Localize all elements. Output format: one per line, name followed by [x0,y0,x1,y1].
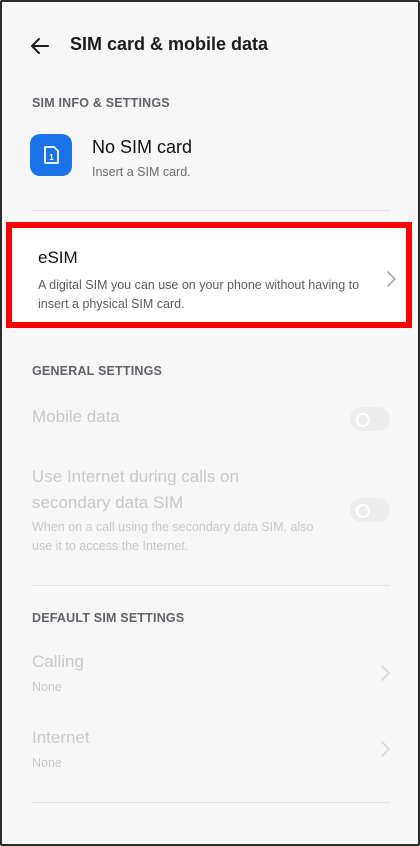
esim-item[interactable]: eSIM A digital SIM you can use on your p… [6,222,412,328]
chevron-right-icon [380,664,392,682]
sim-card-icon: 1 [30,134,72,176]
esim-description: A digital SIM you can use on your phone … [38,278,360,311]
chevron-right-icon [380,740,392,758]
page-title: SIM card & mobile data [70,34,269,54]
calling-value: None [32,680,62,694]
section-title-sim-info: SIM INFO & SETTINGS [32,96,170,110]
section-title-default-sim: DEFAULT SIM SETTINGS [32,611,185,625]
top-app-bar: SIM card & mobile data [2,24,418,68]
internet-calls-label: Use Internet during calls on secondary d… [32,467,239,512]
phone-frame: SIM card & mobile data SIM INFO & SETTIN… [0,0,420,846]
internet-calls-toggle[interactable] [350,498,390,522]
section-title-general: GENERAL SETTINGS [32,364,163,378]
divider [32,802,390,803]
toggle-knob [356,504,370,518]
calling-label: Calling [32,652,84,671]
sim-title: No SIM card [92,137,193,157]
mobile-data-label: Mobile data [32,407,120,426]
toggle-knob [356,413,370,427]
sim-card-item[interactable]: 1 No SIM card Insert a SIM card. [2,124,418,194]
mobile-data-toggle[interactable] [350,407,390,431]
internet-calls-description: When on a call using the secondary data … [32,520,314,553]
internet-value: None [32,756,62,770]
divider [32,210,390,211]
chevron-right-icon [386,270,398,288]
back-arrow-icon[interactable] [28,34,52,58]
internet-label: Internet [32,728,90,747]
divider [32,585,390,586]
sim-subtitle: Insert a SIM card. [92,165,191,179]
esim-title: eSIM [38,248,78,267]
sim-slot-number: 1 [49,153,54,162]
